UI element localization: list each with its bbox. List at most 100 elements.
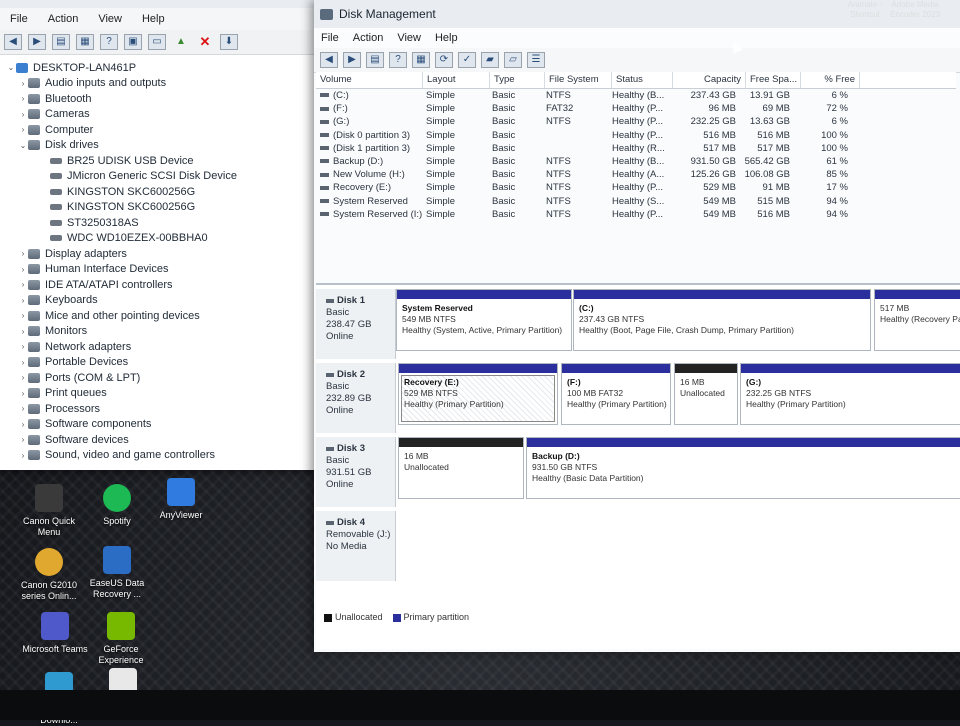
expand-arrow-icon[interactable]: › xyxy=(18,373,28,382)
expand-arrow-icon[interactable]: › xyxy=(18,296,28,305)
forward-arrow-icon[interactable]: ▶ xyxy=(28,34,46,50)
partition-block[interactable]: 517 MBHealthy (Recovery Partition) xyxy=(874,289,960,351)
expand-arrow-icon[interactable]: › xyxy=(18,342,28,351)
expand-arrow-icon[interactable]: › xyxy=(18,404,28,413)
disk-label[interactable]: Disk 3 Basic 931.51 GB Online xyxy=(316,437,396,507)
menu-action[interactable]: Action xyxy=(38,13,89,25)
uninstall-icon[interactable]: ✕ xyxy=(196,34,214,50)
expand-arrow-icon[interactable]: › xyxy=(18,110,28,119)
expand-arrow-icon[interactable]: › xyxy=(18,79,28,88)
volume-row[interactable]: (Disk 0 partition 3) Simple Basic Healthy (… xyxy=(316,129,956,142)
menu-view[interactable]: View xyxy=(390,32,428,44)
expand-arrow-icon[interactable]: › xyxy=(18,280,28,289)
help-icon[interactable]: ? xyxy=(389,52,407,68)
properties-icon[interactable]: ▤ xyxy=(52,34,70,50)
volume-row[interactable]: Backup (D:) Simple Basic NTFS Healthy (B... 9… xyxy=(316,155,956,168)
volume-row[interactable]: (G:) Simple Basic NTFS Healthy (P... 232.25 G… xyxy=(316,115,956,128)
expand-arrow-icon[interactable]: › xyxy=(18,420,28,429)
desktop-shortcut-label[interactable]: Adobe Media Encoder 2023 xyxy=(890,0,940,20)
tree-item[interactable]: › Ports (COM & LPT) xyxy=(0,370,322,386)
back-arrow-icon[interactable]: ◀ xyxy=(4,34,22,50)
tree-item[interactable]: WDC WD10EZEX-00BBHA0 xyxy=(0,231,322,247)
menu-action[interactable]: Action xyxy=(346,32,391,44)
partition-block[interactable]: (C:) 237.43 GB NTFS Healthy (Boot, Page Fi… xyxy=(573,289,871,351)
desktop-shortcut[interactable]: AnyViewer xyxy=(146,478,216,521)
collapse-arrow-icon[interactable]: ⌄ xyxy=(18,141,28,150)
show-hide-icon[interactable]: ▤ xyxy=(366,52,384,68)
tree-item[interactable]: › Mice and other pointing devices xyxy=(0,308,322,324)
partition-block[interactable]: Backup (D:) 931.50 GB NTFS Healthy (Basic … xyxy=(526,437,960,499)
expand-arrow-icon[interactable]: › xyxy=(18,389,28,398)
tree-root[interactable]: ⌄ DESKTOP-LAN461P xyxy=(0,60,322,76)
desktop-shortcut[interactable]: Canon Quick Menu xyxy=(14,484,84,538)
tree-item[interactable]: ST3250318AS xyxy=(0,215,322,231)
properties-icon[interactable]: ▦ xyxy=(412,52,430,68)
tree-item[interactable]: › Monitors xyxy=(0,324,322,340)
volume-row[interactable]: New Volume (H:) Simple Basic NTFS Healthy (A… xyxy=(316,168,956,181)
partition-block[interactable]: System Reserved 549 MB NTFS Healthy (Syste… xyxy=(396,289,572,351)
tree-item[interactable]: KINGSTON SKC600256G xyxy=(0,184,322,200)
tree-item[interactable]: › Software devices xyxy=(0,432,322,448)
expand-arrow-icon[interactable]: › xyxy=(18,311,28,320)
tree-item[interactable]: › Human Interface Devices xyxy=(0,262,322,278)
desktop-shortcut[interactable]: EaseUS Data Recovery ... xyxy=(82,546,152,600)
expand-arrow-icon[interactable]: › xyxy=(18,358,28,367)
update-driver-icon[interactable]: ▲ xyxy=(172,34,190,50)
view-list-icon[interactable]: ☰ xyxy=(527,52,545,68)
tree-item[interactable]: JMicron Generic SCSI Disk Device xyxy=(0,169,322,185)
desktop-shortcut[interactable]: Canon G2010 series Onlin... xyxy=(14,548,84,602)
volume-row[interactable]: (F:) Simple Basic FAT32 Healthy (P... 96 MB 69… xyxy=(316,102,956,115)
menu-help[interactable]: Help xyxy=(132,13,175,25)
tree-item[interactable]: KINGSTON SKC600256G xyxy=(0,200,322,216)
expand-arrow-icon[interactable]: › xyxy=(18,451,28,460)
column-header-volume[interactable]: Volume xyxy=(316,72,423,88)
tree-item[interactable]: › Keyboards xyxy=(0,293,322,309)
tree-item[interactable]: › Software components xyxy=(0,417,322,433)
tree-item[interactable]: › Display adapters xyxy=(0,246,322,262)
tree-item[interactable]: › IDE ATA/ATAPI controllers xyxy=(0,277,322,293)
column-header-status[interactable]: Status xyxy=(612,72,673,88)
help-icon[interactable]: ? xyxy=(100,34,118,50)
expand-arrow-icon[interactable]: › xyxy=(18,435,28,444)
tree-item[interactable]: › Bluetooth xyxy=(0,91,322,107)
collapse-arrow-icon[interactable]: ⌄ xyxy=(6,63,16,72)
tree-item[interactable]: BR25 UDISK USB Device xyxy=(0,153,322,169)
tree-item[interactable]: › Audio inputs and outputs xyxy=(0,76,322,92)
folder-icon[interactable]: ▰ xyxy=(481,52,499,68)
menu-view[interactable]: View xyxy=(88,13,132,25)
menu-help[interactable]: Help xyxy=(428,32,465,44)
partition-block[interactable]: (F:) 100 MB FAT32 Healthy (Primary Partiti… xyxy=(561,363,671,425)
open-icon[interactable]: ▱ xyxy=(504,52,522,68)
column-header-percent-free[interactable]: % Free xyxy=(801,72,860,88)
partition-block[interactable]: 16 MB Unallocated xyxy=(398,437,524,499)
back-arrow-icon[interactable]: ◀ xyxy=(320,52,338,68)
expand-arrow-icon[interactable]: › xyxy=(18,327,28,336)
download-icon[interactable]: ⬇ xyxy=(220,34,238,50)
volume-row[interactable]: (C:) Simple Basic NTFS Healthy (B... 237.43 G… xyxy=(316,89,956,102)
desktop-shortcut[interactable]: Spotify xyxy=(82,484,152,527)
expand-arrow-icon[interactable]: › xyxy=(18,265,28,274)
expand-arrow-icon[interactable]: › xyxy=(18,94,28,103)
check-icon[interactable]: ✓ xyxy=(458,52,476,68)
partition-block[interactable]: (G:) 232.25 GB NTFS Healthy (Primary Parti… xyxy=(740,363,960,425)
scan-hardware-icon[interactable]: ▭ xyxy=(148,34,166,50)
volume-row[interactable]: System Reserved Simple Basic NTFS Healthy (S… xyxy=(316,195,956,208)
menu-file[interactable]: File xyxy=(0,13,38,25)
disk-label[interactable]: Disk 4 Removable (J:) No Media xyxy=(316,511,396,581)
forward-arrow-icon[interactable]: ▶ xyxy=(343,52,361,68)
action-icon[interactable]: ▣ xyxy=(124,34,142,50)
rescan-icon[interactable]: ⟳ xyxy=(435,52,453,68)
tree-item[interactable]: › Sound, video and game controllers xyxy=(0,448,322,464)
expand-arrow-icon[interactable]: › xyxy=(18,125,28,134)
tree-item[interactable]: › Computer xyxy=(0,122,322,138)
show-hide-icon[interactable]: ▦ xyxy=(76,34,94,50)
column-header-layout[interactable]: Layout xyxy=(423,72,490,88)
partition-block[interactable]: 16 MB Unallocated xyxy=(674,363,738,425)
disk-label[interactable]: Disk 2 Basic 232.89 GB Online xyxy=(316,363,396,433)
column-header-capacity[interactable]: Capacity xyxy=(673,72,746,88)
desktop-shortcut-label[interactable]: Animate - Shortcut xyxy=(840,0,890,20)
tree-item[interactable]: › Network adapters xyxy=(0,339,322,355)
desktop-shortcut[interactable]: GeForce Experience xyxy=(86,612,156,666)
desktop-shortcut[interactable]: Microsoft Teams xyxy=(20,612,90,655)
volume-row[interactable]: Recovery (E:) Simple Basic NTFS Healthy (P..… xyxy=(316,181,956,194)
